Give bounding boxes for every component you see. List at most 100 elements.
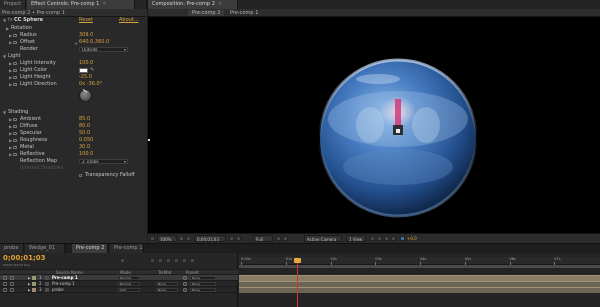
effect-row-rotation[interactable]: ▶ Rotation: [0, 25, 140, 32]
effect-row-radius[interactable]: ▶ Radius 309.0: [0, 32, 140, 39]
collapse-arrow-icon[interactable]: ▶: [9, 116, 12, 123]
graph-editor-icon[interactable]: [190, 258, 195, 263]
effect-row-dial-9[interactable]: [0, 88, 140, 104]
close-icon[interactable]: ✕: [218, 1, 222, 7]
property-dropdown[interactable]: Outside ▾: [79, 47, 128, 52]
collapse-arrow-icon[interactable]: ▶: [9, 32, 12, 39]
effect-row-internal-shadows[interactable]: Internal Shadows: [0, 165, 140, 172]
effect-row-roughness[interactable]: ▶ Roughness 0.050: [0, 137, 140, 144]
tab-effect-controls[interactable]: Effect Controls: Pre-comp 1 ✕: [27, 0, 135, 9]
stopwatch-icon[interactable]: [13, 139, 17, 142]
region-icon[interactable]: [276, 236, 281, 241]
camera-dropdown[interactable]: Active Camera: [304, 235, 342, 242]
collapse-arrow-icon[interactable]: ▶: [9, 39, 12, 46]
views-dropdown[interactable]: 1 View: [346, 235, 366, 242]
stopwatch-icon[interactable]: [13, 76, 17, 79]
collapse-arrow-icon[interactable]: ▶: [9, 81, 12, 88]
audio-icon[interactable]: [10, 288, 14, 292]
stopwatch-icon[interactable]: [13, 118, 17, 121]
tab-composition[interactable]: Composition: Pre-comp 2 ✕: [148, 0, 238, 9]
mode-dropdown[interactable]: Add: [118, 288, 140, 292]
effect-row-light-height[interactable]: ▶ Light Height -25.0: [0, 74, 140, 81]
effect-row-ambient[interactable]: ▶ Ambient 85.0: [0, 116, 140, 123]
search-icon[interactable]: [120, 258, 125, 263]
eye-icon[interactable]: [3, 288, 7, 292]
audio-icon[interactable]: [10, 276, 14, 280]
pickwhip-icon[interactable]: [183, 282, 187, 286]
layer-row[interactable]: ▶ 3 probe Add None None: [0, 287, 238, 293]
effect-row-reflective[interactable]: ▶ Reflective 100.0: [0, 151, 140, 158]
stopwatch-icon[interactable]: [13, 34, 17, 37]
collapse-arrow-icon[interactable]: ▶: [9, 151, 12, 158]
eye-icon[interactable]: [3, 282, 7, 286]
playhead-line[interactable]: [297, 258, 298, 307]
frame-blending-icon[interactable]: [174, 258, 179, 263]
tab-pre-comp-1[interactable]: Pre-comp 1: [110, 244, 144, 253]
crumb-pre-comp-2[interactable]: Pre-comp 2: [188, 10, 225, 16]
collapse-arrow-icon[interactable]: ▶: [9, 60, 12, 67]
exposure-value[interactable]: +0.0: [407, 236, 417, 241]
property-value[interactable]: 309.0: [79, 32, 93, 39]
tab-probe[interactable]: probe: [0, 244, 24, 253]
parent-dropdown[interactable]: None: [190, 282, 216, 286]
eyedropper-icon[interactable]: ✎: [90, 67, 94, 74]
property-dropdown[interactable]: 2. probe ▾: [79, 159, 128, 164]
audio-icon[interactable]: [10, 282, 14, 286]
layer-name[interactable]: probe: [52, 287, 64, 293]
effect-row-metal[interactable]: ▶ Metal 30.0: [0, 144, 140, 151]
pickwhip-icon[interactable]: [183, 288, 187, 292]
angle-dial-icon[interactable]: [79, 88, 92, 102]
effect-row-light-direction[interactable]: ▶ Light Direction 0x -36.0°: [0, 81, 140, 88]
property-value[interactable]: 80.0: [79, 123, 90, 130]
effect-row-reflection-map[interactable]: Reflection Map 2. probe ▾: [0, 158, 140, 165]
tab-wedge[interactable]: Wedge_01: [25, 244, 65, 253]
effect-row-checkbox-20[interactable]: Transparency Falloff: [0, 172, 140, 179]
mode-dropdown[interactable]: Normal: [118, 282, 140, 286]
eye-icon[interactable]: [3, 276, 7, 280]
mode-dropdown[interactable]: Normal: [118, 276, 140, 280]
property-value[interactable]: 50.0: [79, 130, 90, 137]
effect-row-light[interactable]: ▼ Light: [0, 53, 140, 60]
stopwatch-icon[interactable]: [13, 153, 17, 156]
fast-preview-icon[interactable]: [377, 236, 382, 241]
label-color[interactable]: [32, 288, 36, 292]
timeline-icon[interactable]: [384, 236, 389, 241]
expand-arrow-icon[interactable]: ▼: [3, 17, 6, 24]
expand-arrow-icon[interactable]: ▼: [3, 53, 6, 60]
collapse-arrow-icon[interactable]: ▶: [9, 137, 12, 144]
crumb-pre-comp-1[interactable]: Pre-comp 1: [226, 10, 263, 16]
work-area-bar[interactable]: [239, 265, 600, 268]
trkmat-dropdown[interactable]: None: [156, 288, 178, 292]
flowchart-icon[interactable]: [391, 236, 396, 241]
checkbox[interactable]: [79, 174, 82, 177]
reset-button[interactable]: Reset: [79, 17, 93, 24]
stopwatch-icon[interactable]: [13, 83, 17, 86]
property-value[interactable]: -25.0: [79, 74, 92, 81]
draft-3d-icon[interactable]: [158, 258, 163, 263]
effect-row-shading[interactable]: ▼ Shading: [0, 109, 140, 116]
effect-row-light-intensity[interactable]: ▶ Light Intensity 100.0: [0, 60, 140, 67]
snapshot-icon[interactable]: [229, 236, 234, 241]
collapse-arrow-icon[interactable]: ▶: [9, 67, 12, 74]
toggle-pixel-icon[interactable]: [370, 236, 375, 241]
color-swatch[interactable]: [79, 68, 88, 73]
always-preview-icon[interactable]: [150, 236, 155, 241]
effect-row-light-color[interactable]: ▶ Light Color ✎: [0, 67, 140, 74]
property-value[interactable]: 85.0: [79, 116, 90, 123]
motion-blur-icon[interactable]: [182, 258, 187, 263]
grid-icon[interactable]: [179, 236, 184, 241]
collapse-arrow-icon[interactable]: ▶: [6, 25, 9, 32]
stopwatch-icon[interactable]: [13, 62, 17, 65]
parent-dropdown[interactable]: None: [190, 288, 216, 292]
property-value[interactable]: 0.050: [79, 137, 93, 144]
composition-viewer[interactable]: [148, 17, 600, 233]
expand-arrow-icon[interactable]: ▼: [3, 109, 6, 116]
stopwatch-icon[interactable]: [13, 146, 17, 149]
effect-row-diffuse[interactable]: ▶ Diffuse 80.0: [0, 123, 140, 130]
collapse-arrow-icon[interactable]: ▶: [9, 130, 12, 137]
exposure-icon[interactable]: [400, 236, 405, 241]
about-button[interactable]: About...: [119, 17, 139, 24]
layer-duration-bar[interactable]: [239, 287, 600, 293]
property-value[interactable]: 30.0: [79, 144, 90, 151]
property-value[interactable]: 100.0: [79, 60, 93, 67]
